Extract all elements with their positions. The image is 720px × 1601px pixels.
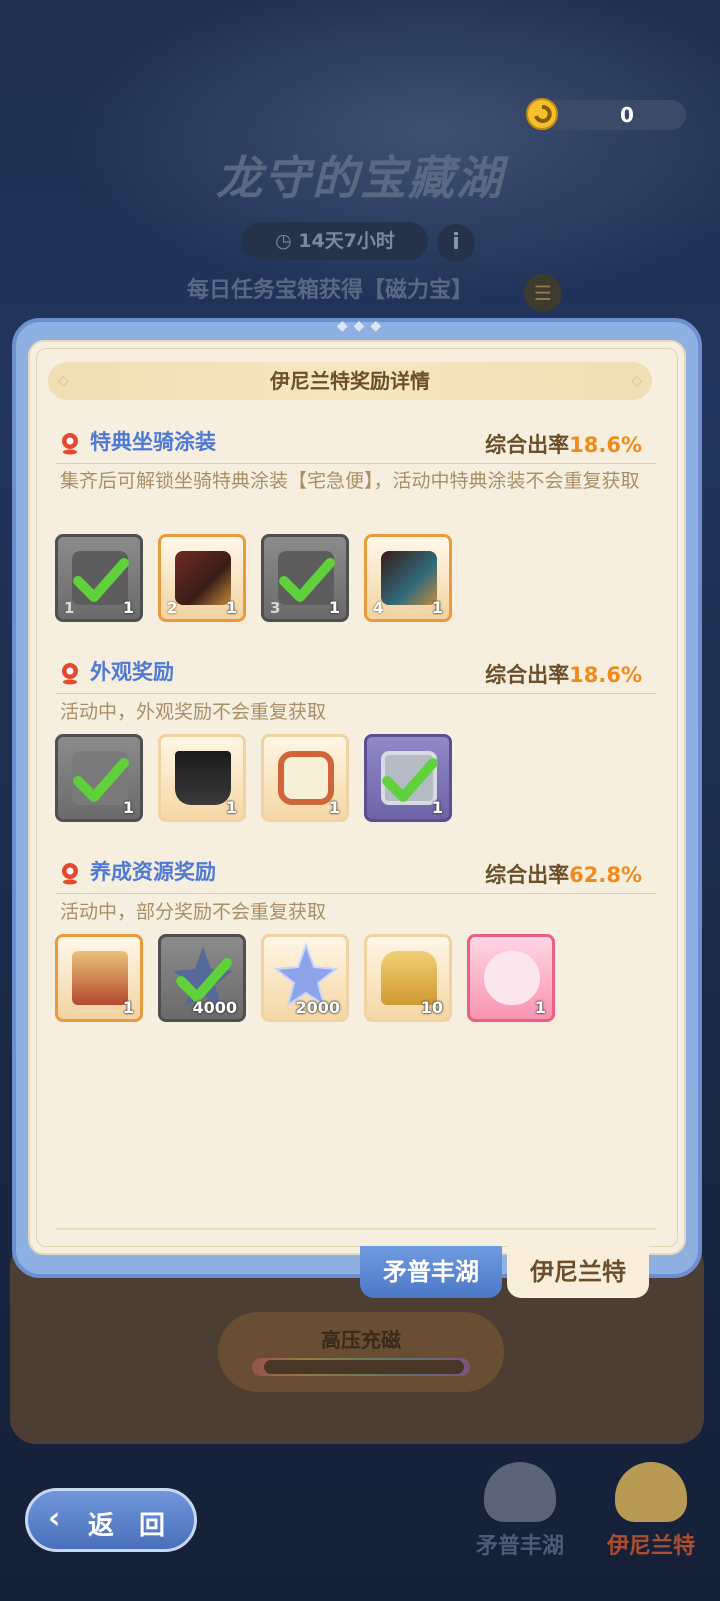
item-quantity: 1 <box>431 798 443 817</box>
cat-avatar-icon <box>484 951 540 1005</box>
section-description: 集齐后可解锁坐骑特典涂装【宅急便】，活动中特典涂装不会重复获取 <box>60 470 640 492</box>
location-pin-icon <box>62 663 78 685</box>
reward-item-skin-3[interactable]: 3 1 <box>261 534 349 622</box>
daily-task-text: 每日任务宝箱获得【磁力宝】 <box>186 278 473 303</box>
reward-item-skin-1[interactable]: 1 1 <box>55 534 143 622</box>
section-title-resources: 养成资源奖励 <box>60 856 216 886</box>
avatar-frame-icon <box>278 751 334 805</box>
item-quantity: 1 <box>122 798 134 817</box>
reward-item-skin-2[interactable]: 2 1 <box>158 534 246 622</box>
item-index: 2 <box>167 599 178 617</box>
tab-lake-1[interactable]: 矛普丰湖 <box>360 1246 502 1298</box>
reward-item-resource-1[interactable]: 1 <box>55 934 143 1022</box>
location-pin-icon <box>62 433 78 455</box>
shell-icon <box>615 1462 687 1522</box>
section-description: 活动中，外观奖励不会重复获取 <box>60 701 327 723</box>
drop-rate: 综合出率18.6% <box>485 659 642 689</box>
item-index: 4 <box>373 599 384 617</box>
reward-item-skin-4[interactable]: 4 1 <box>364 534 452 622</box>
cape-icon <box>175 751 231 805</box>
reward-item-resource-5[interactable]: 1 <box>467 934 555 1022</box>
section-title-mount-skin: 特典坐骑涂装 <box>60 426 216 456</box>
back-button[interactable]: ‹ 返 回 <box>25 1488 197 1552</box>
item-quantity: 4000 <box>192 998 237 1017</box>
section-description: 活动中，部分奖励不会重复获取 <box>60 901 327 923</box>
rate-value: 18.6% <box>569 433 642 457</box>
item-index: 3 <box>270 599 281 617</box>
reward-item-resource-4[interactable]: 10 <box>364 934 452 1022</box>
rate-label: 综合出率 <box>485 663 570 687</box>
modal-title-banner: ◇ 伊尼兰特奖励详情 ◇ <box>48 362 652 400</box>
diamond-icon: ◇ <box>58 373 69 389</box>
drop-rate: 综合出率62.8% <box>485 859 642 889</box>
back-arrow-icon: ‹ <box>48 1501 61 1536</box>
item-quantity: 1 <box>431 598 443 617</box>
section-title-text: 外观奖励 <box>90 660 174 684</box>
shell-icon <box>484 1462 556 1522</box>
rate-value: 62.8% <box>569 863 642 887</box>
mount-skin-icon <box>381 551 437 605</box>
charge-label: 高压充磁 <box>321 1328 401 1352</box>
charge-progress-bar <box>252 1358 470 1376</box>
bottom-tab-lake-1[interactable]: 矛普丰湖 <box>455 1462 585 1582</box>
treasure-chest-icon <box>72 951 128 1005</box>
reward-item-appearance-2[interactable]: 1 <box>158 734 246 822</box>
timer-text: 14天7小时 <box>298 230 395 252</box>
section-title-text: 养成资源奖励 <box>90 860 216 884</box>
item-quantity: 1 <box>122 598 134 617</box>
diamond-icon: ◇ <box>631 373 642 389</box>
back-label: 返 回 <box>88 1511 174 1541</box>
info-icon[interactable]: i <box>437 224 475 262</box>
reward-item-appearance-1[interactable]: 1 <box>55 734 143 822</box>
list-icon[interactable]: ☰ <box>524 274 562 312</box>
section-title-appearance: 外观奖励 <box>60 656 174 686</box>
rate-label: 综合出率 <box>485 433 570 457</box>
item-quantity: 1 <box>534 998 546 1017</box>
modal-title: 伊尼兰特奖励详情 <box>270 369 430 393</box>
bottom-tab-lake-2[interactable]: 伊尼兰特 <box>586 1462 716 1582</box>
reward-item-resource-2[interactable]: 4000 <box>158 934 246 1022</box>
bottom-tab-label: 伊尼兰特 <box>606 1534 695 1559</box>
currency-value: 0 <box>620 103 634 127</box>
reward-item-appearance-3[interactable]: 1 <box>261 734 349 822</box>
modal-decoration-icon: ◆◆◆ <box>336 318 388 334</box>
item-quantity: 10 <box>420 998 443 1017</box>
drop-rate: 综合出率18.6% <box>485 429 642 459</box>
reward-item-resource-3[interactable]: 2000 <box>261 934 349 1022</box>
item-quantity: 1 <box>225 798 237 817</box>
location-pin-icon <box>62 863 78 885</box>
lyre-icon <box>381 951 437 1005</box>
tab-lake-2[interactable]: 伊尼兰特 <box>507 1246 649 1298</box>
bottom-tab-label: 矛普丰湖 <box>475 1534 564 1559</box>
reward-item-appearance-4[interactable]: 1 <box>364 734 452 822</box>
rate-value: 18.6% <box>569 663 642 687</box>
mount-skin-icon <box>175 551 231 605</box>
charge-panel[interactable]: 高压充磁 <box>218 1312 504 1392</box>
item-index: 1 <box>64 599 75 617</box>
rate-label: 综合出率 <box>485 863 570 887</box>
event-title: 龙守的宝藏湖 <box>216 151 504 205</box>
item-quantity: 1 <box>225 598 237 617</box>
item-quantity: 1 <box>122 998 134 1017</box>
item-quantity: 1 <box>328 598 340 617</box>
section-title-text: 特典坐骑涂装 <box>90 430 216 454</box>
item-quantity: 1 <box>328 798 340 817</box>
item-quantity: 2000 <box>295 998 340 1017</box>
event-timer: ◷ 14天7小时 <box>242 222 428 260</box>
currency-counter: 0 <box>526 98 686 130</box>
